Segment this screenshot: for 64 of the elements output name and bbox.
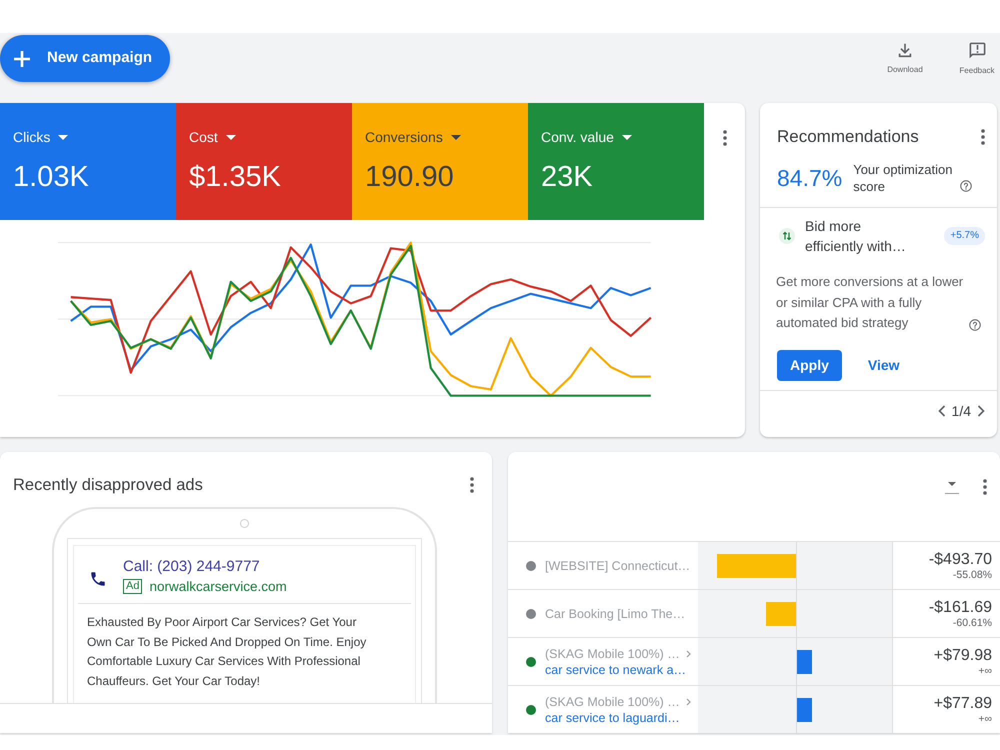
change-amount: +$79.98 xyxy=(934,646,992,664)
campaign-name: [WEBSITE] Connecticut… xyxy=(545,558,690,574)
feedback-button[interactable]: Feedback xyxy=(954,41,1000,76)
download-icon xyxy=(896,41,914,59)
caret-down-icon[interactable] xyxy=(58,134,68,140)
caret-down-icon[interactable] xyxy=(226,134,236,140)
metric-tile[interactable]: Conversions 190.90 xyxy=(352,103,528,220)
arrows-icon xyxy=(779,228,795,244)
chevron-left-icon[interactable] xyxy=(938,404,946,416)
ad-headline[interactable]: Call: (203) 244-9777 xyxy=(123,557,287,577)
more-icon[interactable] xyxy=(470,477,474,493)
more-icon[interactable] xyxy=(983,479,987,495)
metric-label: Cost xyxy=(189,128,218,146)
metric-value: 23K xyxy=(541,160,594,194)
metric-tile[interactable]: Clicks 1.03K xyxy=(0,103,176,220)
campaign-name: (SKAG Mobile 100%) … xyxy=(545,646,680,662)
metric-value: 1.03K xyxy=(13,160,90,194)
chevron-right-icon xyxy=(686,650,691,658)
metric-tile[interactable]: Cost $1.35K xyxy=(176,103,352,220)
suggestion-description: Get more conversions at a lower or similar CPA with a fully automated bid strategy xyxy=(776,273,964,332)
caret-down-icon[interactable] xyxy=(450,134,461,140)
ad-label: Ad xyxy=(123,579,142,594)
change-percent: +∞ xyxy=(978,712,992,726)
metric-tile[interactable]: Conv. value 23K xyxy=(528,103,704,220)
phone-icon xyxy=(89,570,107,588)
metric-label: Conv. value xyxy=(541,128,614,146)
uplift-badge: +5.7% xyxy=(944,227,985,245)
metric-label: Clicks xyxy=(13,128,50,146)
metric-value: 190.90 xyxy=(365,160,455,194)
plus-icon xyxy=(13,50,31,68)
change-percent: +∞ xyxy=(978,664,992,678)
chevron-right-icon[interactable] xyxy=(977,404,985,416)
campaign-name: (SKAG Mobile 100%) … xyxy=(545,694,680,710)
metric-label: Conversions xyxy=(365,128,443,146)
new-campaign-button[interactable]: New campaign xyxy=(0,35,170,82)
display-url: norwalkcarservice.com xyxy=(149,578,287,595)
ad-group-link[interactable]: car service to newark a… xyxy=(545,662,691,678)
change-amount: +$77.89 xyxy=(934,694,992,712)
view-button[interactable]: View xyxy=(868,350,900,380)
card-title: Recommendations xyxy=(777,127,919,147)
chevron-right-icon xyxy=(686,698,691,706)
change-percent: -60.61% xyxy=(952,616,992,630)
card-title: Recently disapproved ads xyxy=(13,475,203,495)
camera-icon xyxy=(240,519,249,528)
change-percent: -55.08% xyxy=(952,568,992,582)
change-amount: -$161.69 xyxy=(928,598,992,616)
suggestion-title[interactable]: Bid more efficiently with… xyxy=(805,216,913,256)
more-icon[interactable] xyxy=(722,130,726,146)
campaign-name: Car Booking [Limo The… xyxy=(545,606,686,622)
optimization-score: 84.7% xyxy=(777,164,842,193)
ad-description: Exhausted By Poor Airport Car Services? Get Your Own Car To Be Picked And Dropped On Time. Enjoy Comfortable Luxury Car Services With Professional Chauffeurs. Get Your Car Today! xyxy=(87,614,368,690)
change-amount: -$493.70 xyxy=(928,550,992,568)
feedback-icon xyxy=(968,41,986,60)
optimization-score-label: Your optimization score xyxy=(853,161,954,195)
caret-down-icon[interactable] xyxy=(622,134,632,140)
page-indicator: 1/4 xyxy=(952,402,971,420)
ad-group-link[interactable]: car service to laguardi… xyxy=(545,710,691,726)
help-icon[interactable] xyxy=(969,318,981,330)
metric-value: $1.35K xyxy=(189,160,282,194)
caret-down-icon xyxy=(948,482,956,486)
help-icon[interactable] xyxy=(960,180,972,192)
more-icon[interactable] xyxy=(981,129,985,145)
download-button[interactable]: Download xyxy=(882,41,928,76)
apply-button[interactable]: Apply xyxy=(777,350,842,380)
